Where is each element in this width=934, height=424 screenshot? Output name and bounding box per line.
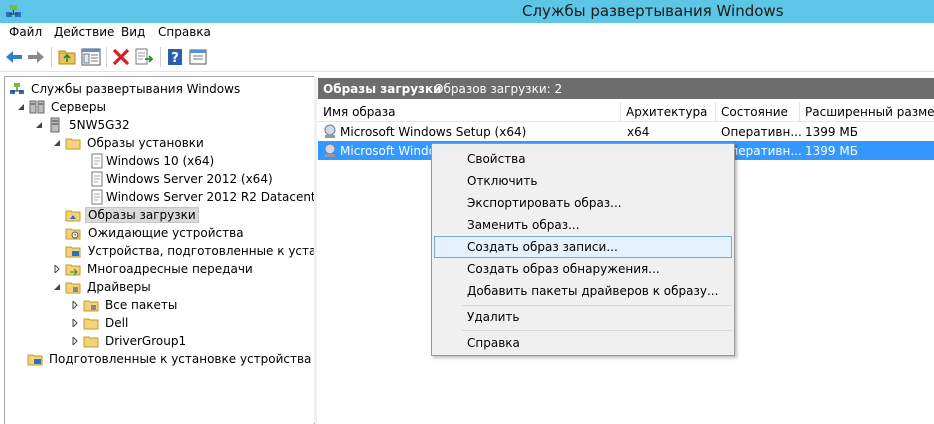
menu-item-label: Отключить xyxy=(467,174,538,188)
menu-item-label: Создать образ обнаружения... xyxy=(467,262,660,276)
table-row[interactable]: Microsoft Windows Setup (x64) x64 Операт… xyxy=(318,122,934,141)
column-expanded-size[interactable]: Расширенный размер xyxy=(800,102,934,121)
tree-label: DriverGroup1 xyxy=(105,334,187,348)
show-hide-tree-icon[interactable] xyxy=(80,46,102,68)
properties-icon[interactable] xyxy=(187,46,209,68)
menu-item-label: Удалить xyxy=(467,310,520,324)
expand-arrow-icon[interactable] xyxy=(71,337,79,345)
column-status[interactable]: Состояние xyxy=(716,102,800,121)
tree-label: Службы развертывания Windows xyxy=(31,82,241,96)
context-menu: Свойства Отключить Экспортировать образ.… xyxy=(431,143,735,356)
details-count: Образов загрузки: 2 xyxy=(434,82,563,96)
tree-label: Устройства, подготовленные к установке xyxy=(88,244,315,258)
folder-icon xyxy=(83,318,99,330)
pending-folder-icon xyxy=(65,228,81,240)
server-icon xyxy=(50,117,60,133)
expand-arrow-icon[interactable] xyxy=(71,319,79,327)
svg-text:?: ? xyxy=(171,51,179,66)
collapse-arrow-icon[interactable] xyxy=(35,121,43,129)
tree-label: Ожидающие устройства xyxy=(88,226,244,240)
menu-item-label: Свойства xyxy=(467,152,526,166)
tree-label: Драйверы xyxy=(87,280,151,294)
menu-view[interactable]: Вид xyxy=(121,25,145,39)
cell-name: Microsoft Windows Setup (x64) xyxy=(340,125,527,139)
delete-icon[interactable] xyxy=(110,46,132,68)
prestaged-folder-icon xyxy=(65,246,81,258)
tree-label: Windows Server 2012 R2 Datacenter xyxy=(106,190,315,204)
boot-folder-icon xyxy=(65,210,81,222)
menu-item-properties[interactable]: Свойства xyxy=(434,148,732,170)
back-icon[interactable] xyxy=(3,46,25,68)
boot-image-icon xyxy=(324,124,336,138)
tree-label: Dell xyxy=(105,316,129,330)
menu-item-label: Экспортировать образ... xyxy=(467,196,622,210)
multicast-folder-icon xyxy=(65,264,81,276)
folder-icon xyxy=(83,336,99,348)
cell-size: 1399 МБ xyxy=(805,144,858,158)
drivers-folder-icon xyxy=(65,282,81,294)
tree-label: Windows 10 (x64) xyxy=(106,154,215,168)
image-file-icon xyxy=(91,153,103,169)
menu-help[interactable]: Справка xyxy=(158,25,211,39)
menu-item-disable[interactable]: Отключить xyxy=(434,170,732,192)
menu-item-replace-image[interactable]: Заменить образ... xyxy=(434,214,732,236)
menu-item-add-driver-packages[interactable]: Добавить пакеты драйверов к образу... xyxy=(434,280,732,302)
folder-icon xyxy=(65,138,81,150)
tree-label: Windows Server 2012 (x64) xyxy=(106,172,273,186)
menu-item-delete[interactable]: Удалить xyxy=(434,306,732,328)
menu-item-create-discover-image[interactable]: Создать образ обнаружения... xyxy=(434,258,732,280)
collapse-arrow-icon[interactable] xyxy=(53,139,61,147)
cell-size: 1399 МБ xyxy=(805,125,858,139)
menu-item-label: Добавить пакеты драйверов к образу... xyxy=(467,284,719,298)
tree-label: Многоадресные передачи xyxy=(87,262,253,276)
menu-item-create-capture-image[interactable]: Создать образ записи... xyxy=(434,236,732,258)
up-folder-icon[interactable] xyxy=(56,46,78,68)
wds-app-icon xyxy=(6,5,21,17)
tree-label: 5NW5G32 xyxy=(69,118,130,132)
image-file-icon xyxy=(91,171,103,187)
driver-group-icon xyxy=(83,300,99,312)
column-architecture[interactable]: Архитектура xyxy=(621,102,716,121)
menu-file[interactable]: Файл xyxy=(9,25,42,39)
menu-item-label: Справка xyxy=(467,336,520,350)
ad-devices-icon xyxy=(27,354,43,366)
tree-pane: Службы развертывания Windows Серверы 5NW… xyxy=(4,76,315,424)
collapse-arrow-icon[interactable] xyxy=(53,283,61,291)
menu-separator xyxy=(462,330,732,331)
servers-icon xyxy=(29,100,45,114)
forward-icon[interactable] xyxy=(25,46,47,68)
collapse-arrow-icon[interactable] xyxy=(17,103,25,111)
column-image-name[interactable]: Имя образа xyxy=(318,102,621,121)
tree-label: Серверы xyxy=(51,100,106,114)
details-header: Образы загрузки Образов загрузки: 2 xyxy=(318,78,934,99)
help-icon[interactable]: ? xyxy=(164,46,186,68)
toolbar: ? xyxy=(0,43,934,72)
expand-arrow-icon[interactable] xyxy=(71,301,79,309)
expand-arrow-icon[interactable] xyxy=(53,265,61,273)
menu-bar: Файл Действие Вид Справка xyxy=(0,23,934,43)
image-file-icon xyxy=(91,189,103,205)
window-title: Службы развертывания Windows xyxy=(522,2,784,20)
tree-label: Подготовленные к установке устройства Ac… xyxy=(49,352,314,366)
tree-label: Образы загрузки xyxy=(85,207,199,223)
details-title: Образы загрузки xyxy=(323,82,442,96)
menu-item-label: Заменить образ... xyxy=(467,218,580,232)
title-bar: Службы развертывания Windows xyxy=(0,0,934,23)
export-list-icon[interactable] xyxy=(133,46,155,68)
pane-splitter[interactable] xyxy=(314,76,317,423)
column-header: Имя образа Архитектура Состояние Расшире… xyxy=(318,102,934,122)
tree-label: Все пакеты xyxy=(105,298,178,312)
menu-item-help[interactable]: Справка xyxy=(434,332,732,354)
menu-action[interactable]: Действие xyxy=(54,25,114,39)
boot-image-icon xyxy=(324,143,336,157)
cell-status: Оперативн... xyxy=(721,125,801,139)
tree-label: Образы установки xyxy=(87,136,204,150)
menu-item-label: Создать образ записи... xyxy=(467,240,618,254)
cell-arch: x64 xyxy=(627,125,650,139)
wds-icon xyxy=(10,83,24,94)
menu-item-export-image[interactable]: Экспортировать образ... xyxy=(434,192,732,214)
